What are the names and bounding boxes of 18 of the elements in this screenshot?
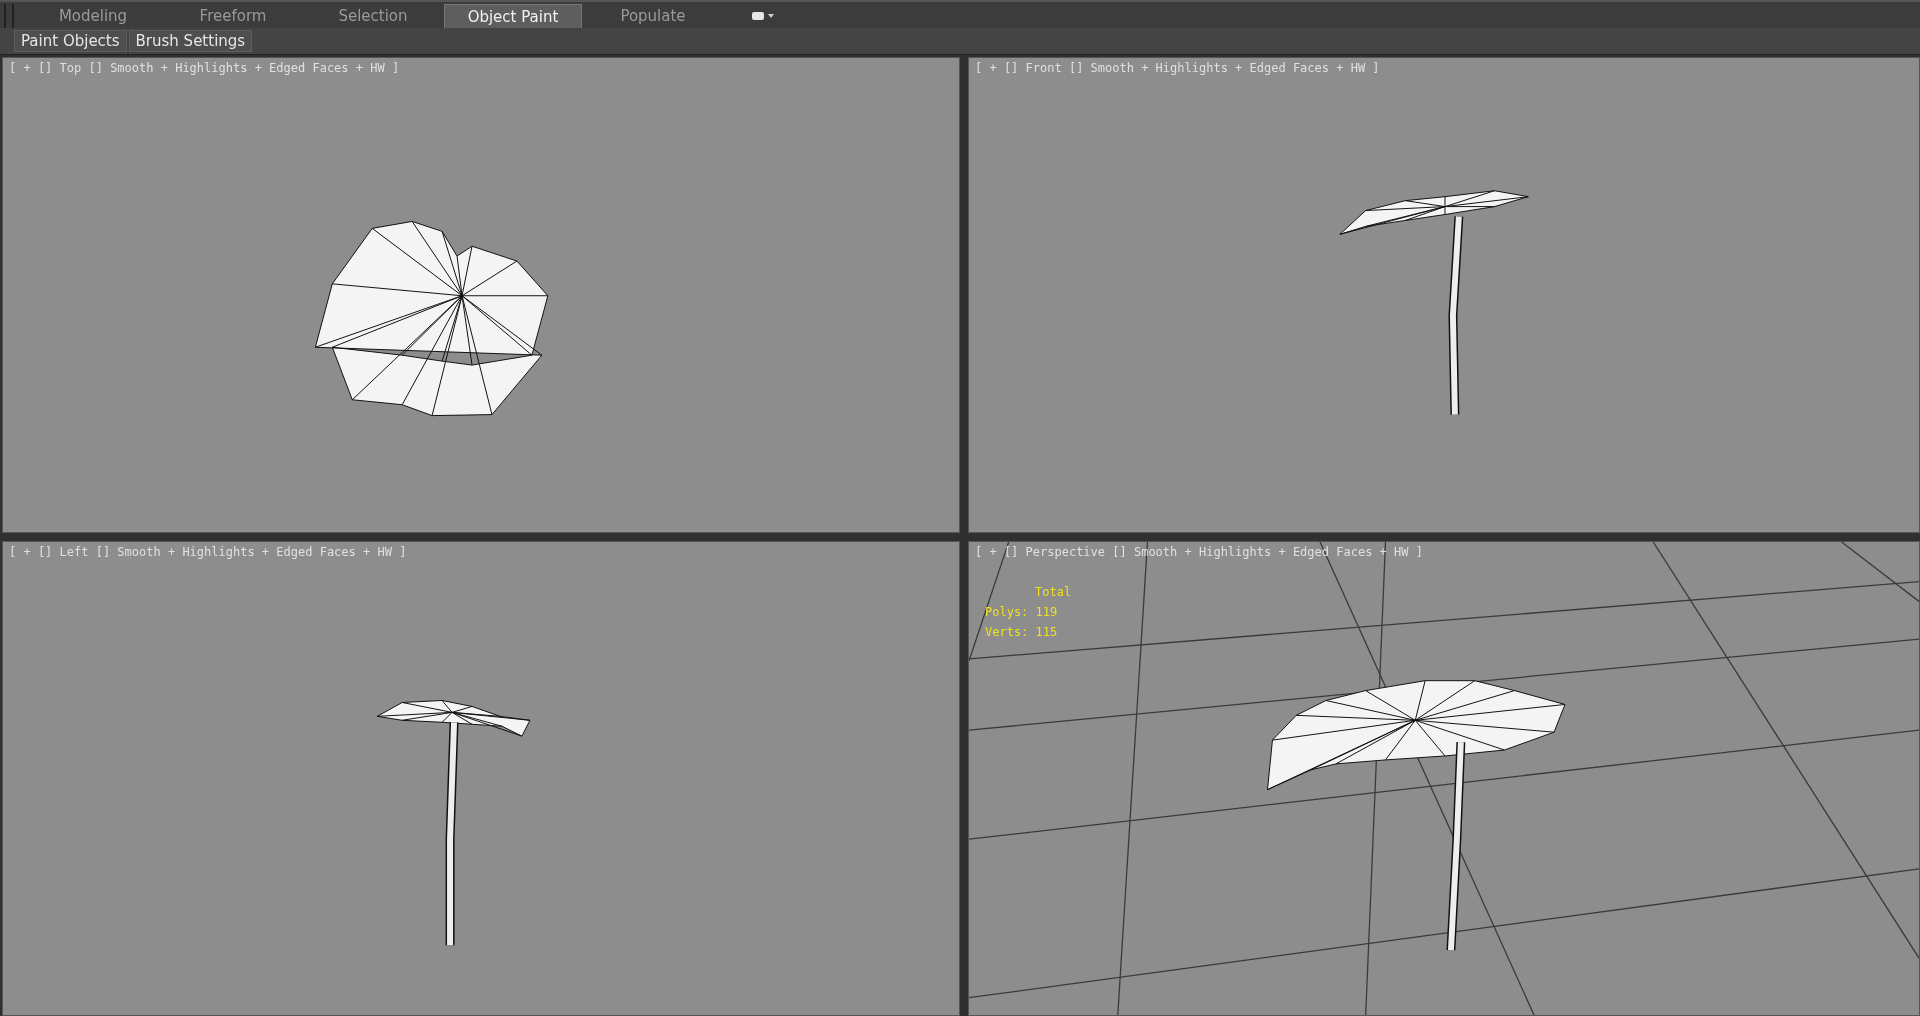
viewport-label[interactable]: [ + [] Top [] Smooth + Highlights + Edged Faces + HW ]: [9, 61, 400, 75]
display-icon[interactable]: [752, 11, 764, 21]
ribbon-tab[interactable]: Object Paint: [444, 4, 582, 28]
stats-title: Total: [1034, 583, 1072, 601]
ribbon-tab[interactable]: Modeling: [24, 4, 162, 28]
panel-button[interactable]: Brush Settings: [128, 30, 253, 52]
ribbon-tab[interactable]: Populate: [584, 4, 722, 28]
caret-icon[interactable]: [768, 14, 774, 18]
viewport[interactable]: [ + [] Top [] Smooth + Highlights + Edged Faces + HW ]: [2, 57, 960, 533]
viewport[interactable]: [ + [] Left [] Smooth + Highlights + Edged Faces + HW ]: [2, 540, 960, 1016]
ribbon-tab[interactable]: Selection: [304, 4, 442, 28]
ribbon-tab[interactable]: Freeform: [164, 4, 302, 28]
viewport[interactable]: [ + [] Front [] Smooth + Highlights + Edged Faces + HW ]: [968, 57, 1920, 533]
panel-button[interactable]: Paint Objects: [14, 30, 127, 52]
stats-line: Verts: 115: [985, 623, 1059, 641]
viewport-label[interactable]: [ + [] Left [] Smooth + Highlights + Edged Faces + HW ]: [9, 544, 407, 559]
viewport-label[interactable]: [ + [] Front [] Smooth + Highlights + Edged Faces + HW ]: [975, 61, 1380, 75]
stats-line: Polys: 119: [985, 603, 1059, 621]
